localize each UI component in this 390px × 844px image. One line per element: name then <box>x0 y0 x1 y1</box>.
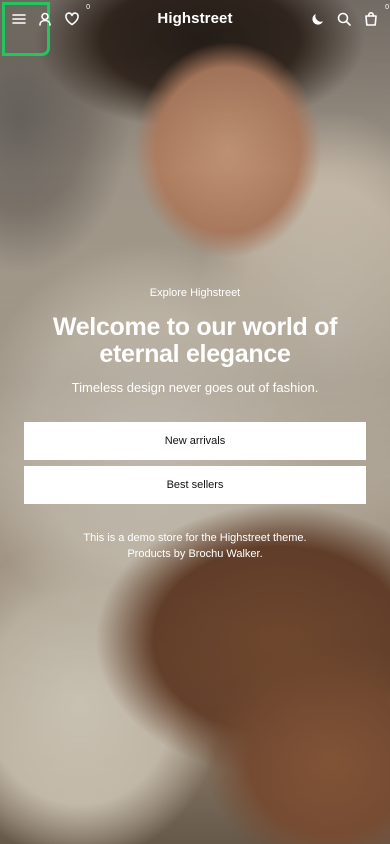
wishlist-button[interactable]: 0 <box>61 4 90 30</box>
demo-note-line-2: Products by Brochu Walker. <box>127 548 263 560</box>
search-icon <box>337 12 351 26</box>
store-logo-text[interactable]: Highstreet <box>157 10 232 27</box>
menu-button[interactable] <box>2 2 50 56</box>
new-arrivals-button[interactable]: New arrivals <box>24 422 366 460</box>
cart-button[interactable]: 0 <box>360 4 389 30</box>
menu-icon <box>12 14 26 24</box>
hero-subtitle: Timeless design never goes out of fashio… <box>71 380 319 395</box>
bag-icon <box>365 12 377 26</box>
hero-eyebrow: Explore Highstreet <box>149 287 241 299</box>
heart-icon <box>65 12 79 26</box>
cart-count: 0 <box>385 4 389 11</box>
demo-note: This is a demo store for the Highstreet … <box>40 530 350 562</box>
hero-headline: Welcome to our world of eternal elegance <box>52 313 338 368</box>
best-sellers-button[interactable]: Best sellers <box>24 466 366 504</box>
user-icon <box>39 12 51 26</box>
moon-icon <box>312 14 323 25</box>
account-button[interactable] <box>34 8 56 30</box>
theme-toggle-button[interactable] <box>307 8 329 30</box>
site-header: 0 Highstreet 0 <box>0 0 390 56</box>
wishlist-count: 0 <box>86 4 90 11</box>
store-logo: Highstreet <box>0 10 390 27</box>
search-button[interactable] <box>333 8 355 30</box>
demo-note-line-1: This is a demo store for the Highstreet … <box>83 532 307 544</box>
